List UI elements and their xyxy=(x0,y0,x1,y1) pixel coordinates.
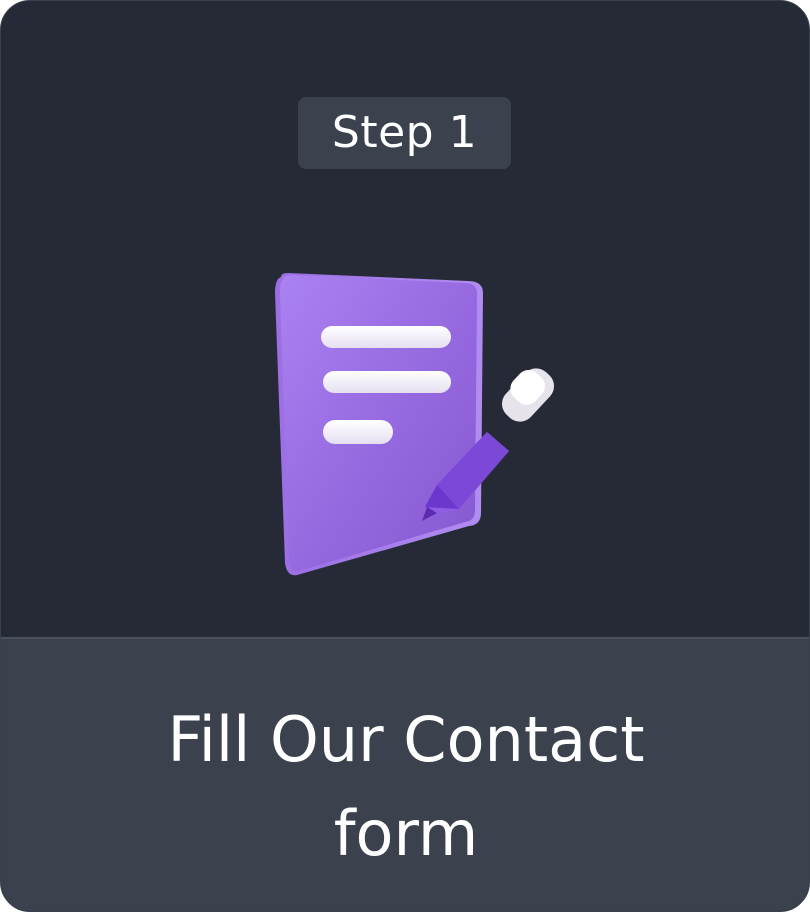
text-line-2 xyxy=(323,371,451,393)
text-line-3 xyxy=(323,420,393,444)
step-badge: Step 1 xyxy=(298,97,511,169)
step-card: Step 1 Fill Our Contact form xyxy=(0,0,810,912)
document-shape xyxy=(275,273,483,576)
step-title: Fill Our Contact form xyxy=(167,703,645,870)
text-line-1 xyxy=(321,326,451,348)
contact-form-with-pencil-icon xyxy=(275,273,555,576)
step-footer: Fill Our Contact form xyxy=(1,637,809,911)
